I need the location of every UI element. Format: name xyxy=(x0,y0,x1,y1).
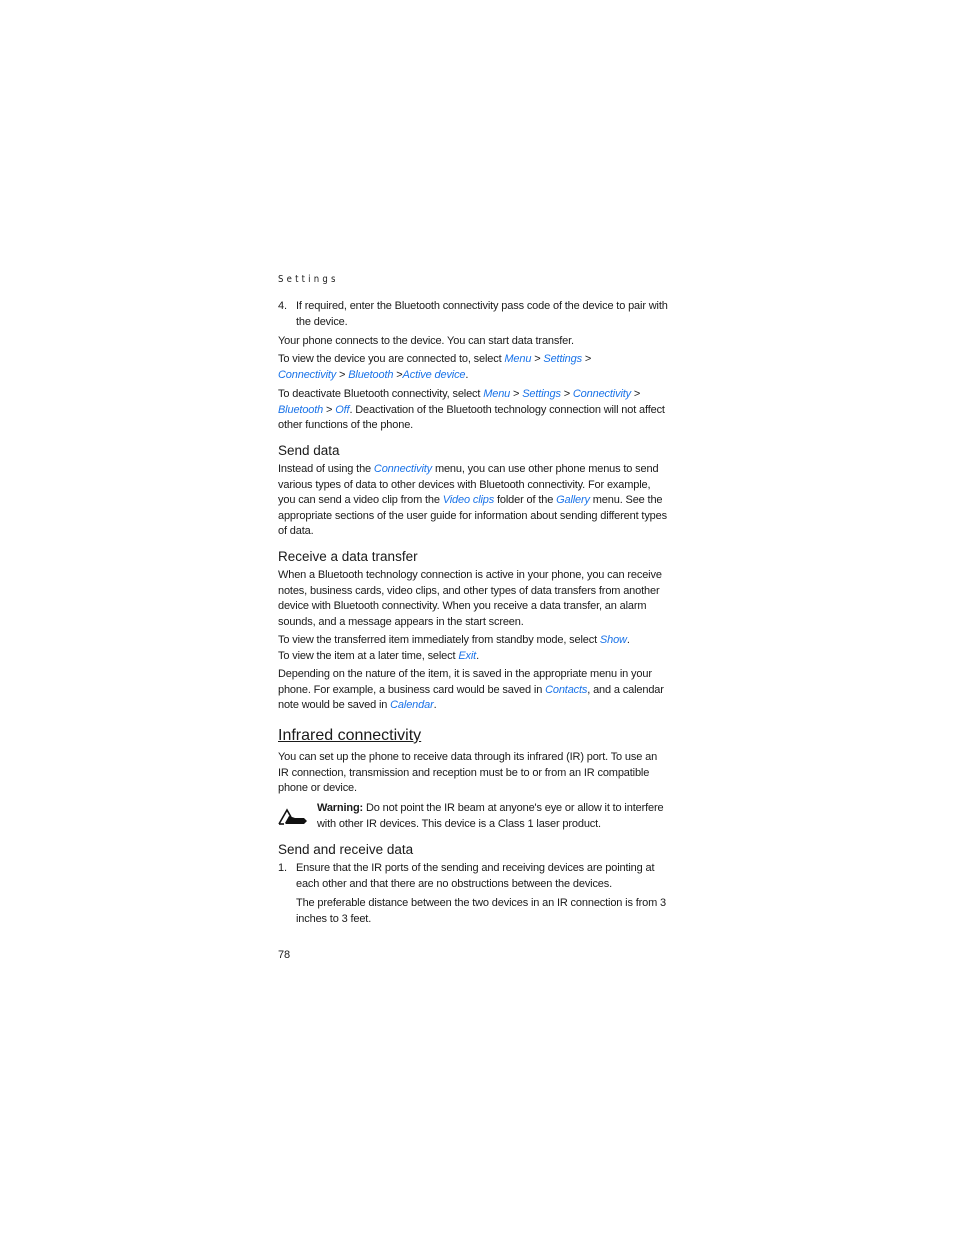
active-device-link[interactable]: Active device xyxy=(403,369,466,381)
off-link[interactable]: Off xyxy=(335,404,349,416)
show-link[interactable]: Show xyxy=(600,634,627,646)
running-head: Settings xyxy=(278,274,339,285)
warning-text: Do not point the IR beam at anyone's eye… xyxy=(317,802,664,830)
text: To view the item at a later time, select xyxy=(278,649,459,662)
paragraph-deactivate: To deactivate Bluetooth connectivity, se… xyxy=(278,388,665,432)
period: . xyxy=(465,368,469,381)
paragraph-view-device: To view the device you are connected to,… xyxy=(278,353,592,381)
step-4: 4. If required, enter the Bluetooth conn… xyxy=(278,299,670,330)
text: Instead of using the xyxy=(278,463,374,475)
warning-label: Warning: xyxy=(317,802,364,814)
page-number: 78 xyxy=(278,949,290,961)
paragraph-receive-2: To view the transferred item immediately… xyxy=(278,633,670,664)
period: . xyxy=(433,699,437,712)
period: . xyxy=(626,634,630,646)
paragraph-receive-1: When a Bluetooth technology connection i… xyxy=(278,569,662,628)
heading-infrared: Infrared connectivity xyxy=(278,727,422,744)
bluetooth-link[interactable]: Bluetooth xyxy=(278,404,323,416)
separator: > xyxy=(531,353,544,365)
step-1-note: The preferable distance between the two … xyxy=(296,897,666,925)
paragraph-connects: Your phone connects to the device. You c… xyxy=(278,335,574,347)
text: To deactivate Bluetooth connectivity, se… xyxy=(278,388,484,400)
connectivity-link[interactable]: Connectivity xyxy=(573,388,631,400)
calendar-link[interactable]: Calendar xyxy=(390,699,434,711)
warning-hand-icon xyxy=(278,808,307,825)
period: . xyxy=(476,649,479,662)
menu-link[interactable]: Menu xyxy=(504,353,531,365)
connectivity-link[interactable]: Connectivity xyxy=(278,369,336,381)
settings-link[interactable]: Settings xyxy=(522,388,561,400)
warning-note: Warning: Do not point the IR beam at any… xyxy=(317,801,669,832)
settings-link[interactable]: Settings xyxy=(543,353,582,365)
video-clips-link[interactable]: Video clips xyxy=(443,494,495,506)
heading-send-receive: Send and receive data xyxy=(278,842,414,857)
exit-link[interactable]: Exit xyxy=(458,650,476,662)
separator: > xyxy=(336,368,349,381)
gallery-link[interactable]: Gallery xyxy=(556,494,590,506)
menu-link[interactable]: Menu xyxy=(483,388,510,400)
bluetooth-link[interactable]: Bluetooth xyxy=(348,369,393,381)
step-text: Ensure that the IR ports of the sending … xyxy=(296,862,655,890)
text: To view the transferred item immediately… xyxy=(278,634,600,646)
paragraph-receive-3: Depending on the nature of the item, it … xyxy=(278,667,670,714)
separator: > xyxy=(581,353,592,365)
step-1: 1. Ensure that the IR ports of the sendi… xyxy=(278,861,670,892)
contacts-link[interactable]: Contacts xyxy=(545,684,587,696)
text: folder of the xyxy=(494,494,557,507)
step-text: If required, enter the Bluetooth connect… xyxy=(296,300,668,328)
paragraph-infrared: You can set up the phone to receive data… xyxy=(278,751,658,795)
paragraph-send-data: Instead of using the Connectivity menu, … xyxy=(278,462,670,540)
connectivity-link[interactable]: Connectivity xyxy=(374,463,432,475)
text: To view the device you are connected to,… xyxy=(278,353,505,365)
heading-send-data: Send data xyxy=(278,443,340,458)
step-number: 1. xyxy=(278,862,287,874)
heading-receive-transfer: Receive a data transfer xyxy=(278,549,418,564)
step-number: 4. xyxy=(278,300,287,312)
